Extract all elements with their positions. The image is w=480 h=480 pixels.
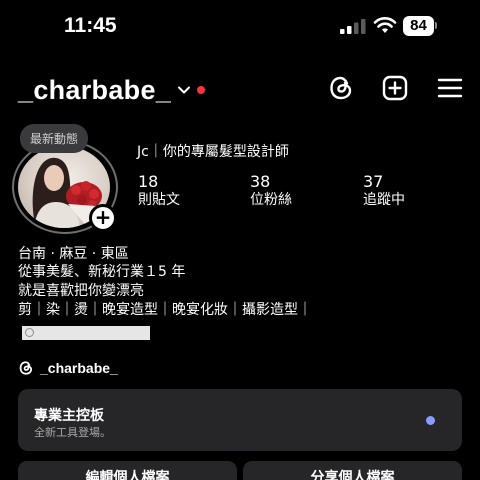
new-indicator-dot	[426, 416, 435, 425]
wifi-icon	[373, 17, 397, 33]
dashboard-title: 專業主控板	[34, 408, 104, 424]
followers-stat[interactable]: 38 位粉絲	[250, 173, 292, 210]
edit-profile-button[interactable]: 編輯個人檔案	[18, 461, 237, 480]
bio-line: 從事美髮、新秘行業１5 年	[18, 264, 186, 280]
following-label: 追蹤中	[363, 192, 405, 208]
note-bubble[interactable]: 最新動態	[20, 124, 89, 153]
link-icon	[25, 328, 34, 337]
bio-line: 就是喜歡把你變漂亮	[18, 283, 144, 299]
notification-dot	[197, 86, 206, 94]
threads-icon	[19, 361, 33, 375]
create-post-icon[interactable]	[381, 74, 409, 102]
bio-line: 剪｜染｜燙｜晚宴造型｜晚宴化妝｜攝影造型｜	[18, 302, 312, 318]
menu-icon[interactable]	[436, 74, 464, 102]
share-profile-button[interactable]: 分享個人檔案	[243, 461, 462, 480]
profile-username: _charbabe_	[18, 74, 172, 105]
following-count: 37	[363, 172, 384, 191]
threads-profile-link[interactable]: _charbabe_	[18, 358, 118, 378]
followers-label: 位粉絲	[250, 192, 292, 208]
account-switcher[interactable]: _charbabe_	[18, 72, 206, 108]
professional-dashboard-card[interactable]: 專業主控板 全新工具登場。	[18, 389, 462, 451]
signal-icon	[340, 19, 366, 34]
threads-icon[interactable]	[327, 74, 355, 102]
followers-count: 38	[250, 172, 271, 191]
status-bar: 11:45 84	[0, 0, 480, 54]
battery-icon: 84	[403, 16, 437, 36]
chevron-down-icon	[178, 86, 191, 94]
posts-count: 18	[138, 172, 159, 191]
add-story-button[interactable]: +	[89, 204, 117, 232]
posts-stat[interactable]: 18 則貼文	[138, 173, 180, 210]
bio-line: 台南 · 麻豆 · 東區	[18, 246, 129, 262]
redacted-bio-link	[22, 326, 150, 340]
display-name: Jc｜你的專屬髮型設計師	[137, 144, 289, 160]
threads-username: _charbabe_	[40, 360, 118, 376]
following-stat[interactable]: 37 追蹤中	[363, 173, 405, 210]
dashboard-subtitle: 全新工具登場。	[34, 426, 111, 439]
status-time: 11:45	[64, 14, 117, 37]
battery-tip	[435, 22, 437, 29]
battery-level: 84	[403, 16, 434, 36]
posts-label: 則貼文	[138, 192, 180, 208]
